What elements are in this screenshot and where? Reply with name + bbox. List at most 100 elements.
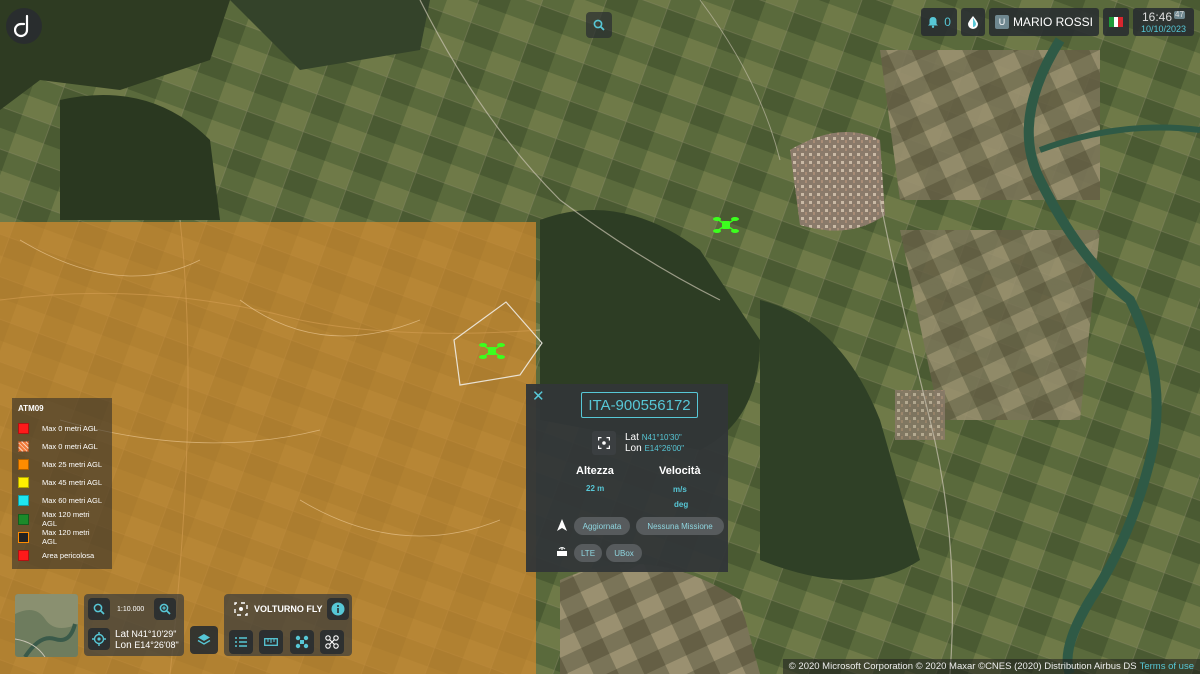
altitude-value: 22 m: [586, 484, 605, 493]
speed-unit: m/s: [673, 485, 687, 494]
legend-title: ATM09: [18, 404, 44, 413]
legend-swatch: [18, 458, 29, 470]
cursor-coordinates: Lat N41°10'29" Lon E14°26'08": [115, 629, 179, 651]
heading-unit: deg: [674, 500, 689, 509]
drone-lat-label: Lat: [625, 432, 639, 443]
status-pill: Aggiornata: [574, 517, 630, 535]
drop-icon: [967, 16, 978, 29]
mission-pill: Nessuna Missione: [636, 517, 724, 535]
zoom-in-button[interactable]: [154, 598, 176, 620]
list-icon: [235, 637, 247, 647]
drone-lon-value: E14°26'00": [644, 444, 685, 453]
legend-item: Max 25 metri AGL: [18, 455, 106, 473]
legend-label: Area pericolosa: [42, 550, 95, 560]
app-logo[interactable]: [6, 8, 42, 44]
user-menu[interactable]: U MARIO ROSSI: [988, 8, 1099, 36]
drone-lon-label: Lon: [625, 443, 642, 454]
no-fly-drone-button[interactable]: [320, 630, 344, 654]
legend-swatch: [18, 477, 29, 489]
legend-item: Max 60 metri AGL: [18, 492, 106, 510]
legend-item: Max 45 metri AGL: [18, 474, 106, 492]
legend-label: Max 0 metri AGL: [42, 441, 98, 451]
language-button[interactable]: [1102, 8, 1129, 36]
legend-item: Max 120 metri AGL: [18, 510, 106, 528]
clock-seconds: 47: [1174, 9, 1185, 19]
info-icon: [331, 602, 345, 616]
user-badge: U: [994, 15, 1009, 29]
legend-swatch: [18, 513, 29, 525]
clock-date: 10/10/2023: [1140, 23, 1186, 34]
satellite-map[interactable]: [0, 0, 1200, 674]
attribution-text: © 2020 Microsoft Corporation © 2020 Maxa…: [788, 661, 1137, 672]
zoom-in-icon: [159, 603, 171, 615]
legend-label: Max 120 metri AGL: [42, 528, 90, 547]
info-button[interactable]: [327, 598, 349, 620]
device-pill: UBox: [606, 544, 642, 562]
minimap-image: [15, 594, 78, 657]
bell-icon: [928, 17, 939, 28]
zoom-out-icon: [93, 603, 105, 615]
layers-icon: [197, 634, 211, 645]
notifications-count: 0: [944, 15, 951, 29]
legend-label: Max 25 metri AGL: [42, 459, 103, 469]
close-icon[interactable]: ✕: [532, 387, 545, 405]
heading-arrow-icon: [557, 519, 567, 531]
drone-coordinates: Lat N41°10'30" Lon E14°26'00": [625, 432, 684, 454]
map-search-button[interactable]: [586, 12, 612, 38]
legend-swatch: [18, 422, 29, 434]
legend-item: Area pericolosa: [18, 546, 106, 564]
network-pill: LTE: [574, 544, 602, 562]
legend-label: Max 120 metri AGL: [42, 510, 90, 529]
legend-label: Max 45 metri AGL: [42, 478, 103, 488]
top-bar: 0 U MARIO ROSSI 16:46 47 10/10/2023: [921, 8, 1194, 36]
target-icon: [234, 602, 248, 616]
ruler-icon: [264, 638, 278, 646]
drone-outline-icon: [325, 635, 339, 649]
center-on-drone-button[interactable]: [592, 431, 616, 455]
zoom-out-button[interactable]: [88, 598, 110, 620]
signal-icon: [557, 547, 567, 556]
map-legend: ATM09 Max 0 metri AGL Max 0 metri AGL Ma…: [12, 398, 112, 569]
drone-info-popup: ✕ ITA-900556172 Lat N41°10'30" Lon E14°2…: [526, 384, 728, 572]
cursor-lat-label: Lat: [115, 629, 129, 640]
weather-button[interactable]: [960, 8, 985, 36]
drone-id[interactable]: ITA-900556172: [581, 392, 698, 418]
drone-icon[interactable]: [713, 214, 739, 236]
drone-fleet-button[interactable]: [290, 630, 314, 654]
cursor-lon-value: E14°26'08": [134, 640, 179, 650]
fleet-header[interactable]: VOLTURNO FLY: [226, 596, 323, 622]
legend-item: Max 120 metri AGL: [18, 528, 106, 546]
selected-drone-icon[interactable]: [479, 340, 505, 362]
layers-button[interactable]: [190, 626, 218, 654]
ruler-button[interactable]: [259, 630, 283, 654]
crosshair-icon: [92, 632, 106, 646]
clock: 16:46 47 10/10/2023: [1132, 8, 1194, 36]
legend-swatch: [18, 440, 29, 452]
fleet-title: VOLTURNO FLY: [254, 604, 323, 614]
focus-icon: [598, 437, 610, 449]
italy-flag-icon: [1108, 17, 1123, 27]
legend-item: Max 0 metri AGL: [18, 419, 106, 437]
legend-swatch: [18, 549, 29, 561]
legend-label: Max 60 metri AGL: [42, 496, 103, 506]
search-icon: [593, 19, 605, 31]
map-scale: 1:10.000: [117, 606, 145, 613]
legend-swatch: [18, 495, 29, 507]
list-button[interactable]: [229, 630, 253, 654]
cursor-lon-label: Lon: [115, 640, 132, 651]
minimap[interactable]: [15, 594, 78, 657]
locate-button[interactable]: [88, 628, 110, 650]
legend-label: Max 0 metri AGL: [42, 423, 98, 433]
quadcopter-icon: [295, 635, 309, 649]
legend-swatch: [18, 531, 29, 543]
clock-time: 16:46: [1142, 9, 1173, 24]
legend-item: Max 0 metri AGL: [18, 437, 106, 455]
notifications-button[interactable]: 0: [921, 8, 957, 36]
terms-link[interactable]: Terms of use: [1140, 661, 1194, 672]
altitude-label: Altezza: [576, 465, 614, 477]
speed-label: Velocità: [659, 465, 701, 477]
map-attribution: © 2020 Microsoft Corporation © 2020 Maxa…: [782, 659, 1200, 674]
logo-icon: [14, 14, 29, 38]
cursor-lat-value: N41°10'29": [131, 629, 177, 639]
user-name: MARIO ROSSI: [1012, 15, 1093, 29]
